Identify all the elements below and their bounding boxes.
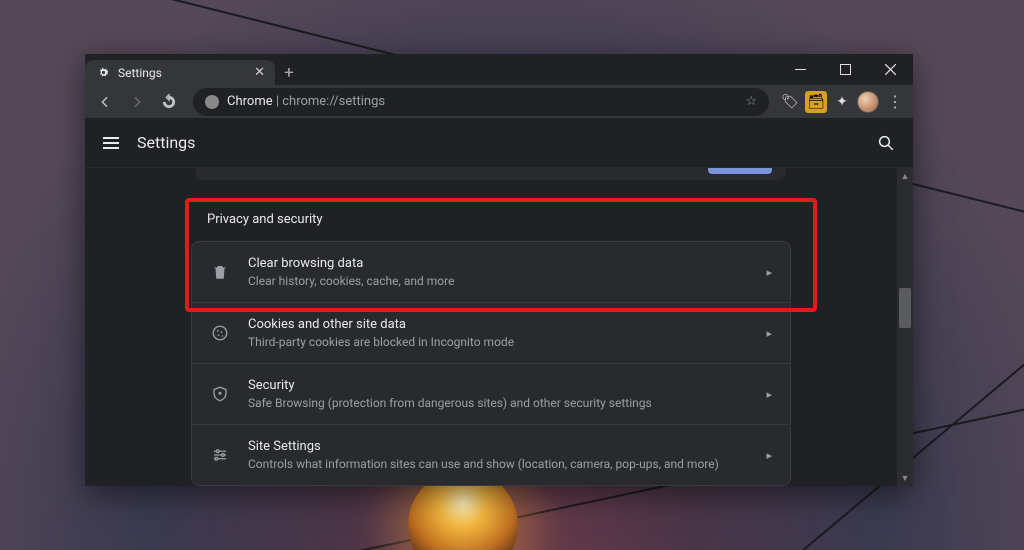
extension-icon[interactable]: 🗃 [805,91,827,113]
sliders-icon [210,445,230,465]
browser-tab[interactable]: Settings ✕ [85,60,275,85]
chevron-right-icon: ▸ [766,327,772,340]
settings-card: Clear browsing data Clear history, cooki… [191,241,791,486]
window-controls [778,54,913,85]
gear-icon [97,66,110,79]
section-privacy-security: Privacy and security Clear browsing data… [191,204,791,486]
search-icon[interactable] [877,134,895,152]
section-title: Privacy and security [191,204,791,241]
scroll-up-icon[interactable]: ▲ [897,168,913,184]
titlebar: Settings ✕ + [85,54,913,85]
extension-icon[interactable]: 🏷 [779,91,801,113]
scrollbar[interactable]: ▲ ▼ [897,168,913,486]
row-title: Security [248,378,748,393]
cookie-icon [210,323,230,343]
row-cookies[interactable]: Cookies and other site data Third-party … [192,303,790,364]
shield-icon [210,384,230,404]
hamburger-menu-icon[interactable] [103,137,119,149]
new-tab-button[interactable]: + [275,60,303,85]
row-subtitle: Controls what information sites can use … [248,457,748,471]
close-window-button[interactable] [868,54,913,85]
address-bar[interactable]: Chrome | chrome://settings ☆ [193,88,769,116]
row-subtitle: Clear history, cookies, cache, and more [248,274,748,288]
chevron-right-icon: ▸ [766,266,772,279]
minimize-button[interactable] [778,54,823,85]
chevron-right-icon: ▸ [766,388,772,401]
row-title: Site Settings [248,439,748,454]
forward-button[interactable] [123,88,151,116]
settings-header: Settings [85,118,913,168]
row-title: Clear browsing data [248,256,748,271]
chrome-window: Settings ✕ + Chrome | chrome://settings … [85,54,913,486]
reload-button[interactable] [155,88,183,116]
content-area: Privacy and security Clear browsing data… [85,168,913,486]
settings-content[interactable]: Privacy and security Clear browsing data… [85,168,897,486]
row-subtitle: Third-party cookies are blocked in Incog… [248,335,748,349]
previous-section-peek [196,168,786,180]
trash-icon [210,262,230,282]
toolbar: Chrome | chrome://settings ☆ 🏷 🗃 ✦ ⋮ [85,85,913,118]
tab-title: Settings [118,66,162,80]
row-security[interactable]: Security Safe Browsing (protection from … [192,364,790,425]
chrome-icon [205,95,219,109]
back-button[interactable] [91,88,119,116]
url-text: Chrome | chrome://settings [227,94,385,109]
desktop-wallpaper: Settings ✕ + Chrome | chrome://settings … [0,0,1024,550]
scroll-down-icon[interactable]: ▼ [897,470,913,486]
row-subtitle: Safe Browsing (protection from dangerous… [248,396,748,410]
extensions-puzzle-icon[interactable]: ✦ [831,91,853,113]
scroll-thumb[interactable] [899,288,911,328]
profile-avatar[interactable] [857,91,879,113]
menu-button[interactable]: ⋮ [883,92,907,111]
page-title: Settings [137,133,195,152]
maximize-button[interactable] [823,54,868,85]
close-tab-icon[interactable]: ✕ [254,65,265,80]
row-site-settings[interactable]: Site Settings Controls what information … [192,425,790,485]
row-clear-browsing-data[interactable]: Clear browsing data Clear history, cooki… [192,242,790,303]
row-title: Cookies and other site data [248,317,748,332]
chevron-right-icon: ▸ [766,449,772,462]
bookmark-star-icon[interactable]: ☆ [745,94,757,109]
